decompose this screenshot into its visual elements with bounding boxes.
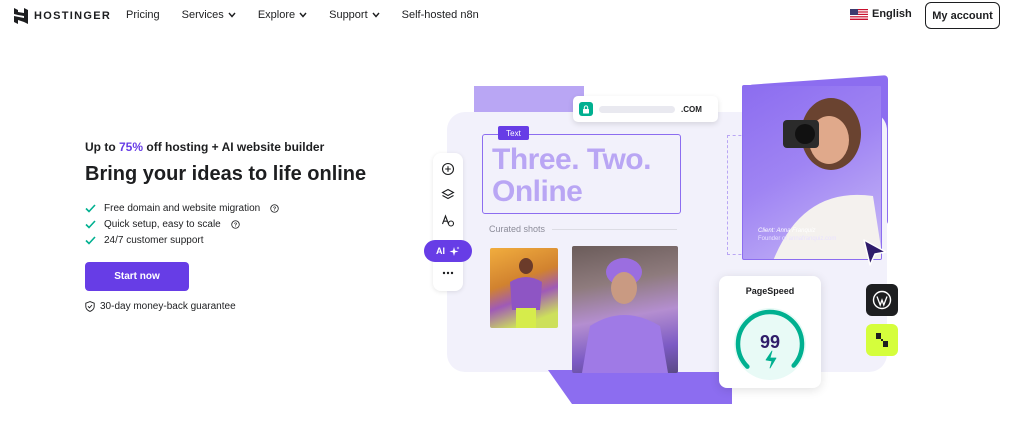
my-account-button[interactable]: My account xyxy=(925,2,1000,29)
domain-placeholder xyxy=(599,105,675,113)
chevron-down-icon xyxy=(372,12,380,18)
chevron-down-icon xyxy=(228,12,236,18)
ai-button: AI xyxy=(424,240,472,262)
cursor-icon xyxy=(863,239,887,266)
nav-pricing-label: Pricing xyxy=(126,9,160,21)
us-flag-icon xyxy=(850,8,868,20)
editor-toolbar xyxy=(433,153,463,291)
help-icon[interactable]: ? xyxy=(231,219,240,229)
nav-services[interactable]: Services xyxy=(182,9,236,21)
client-caption: Client: Anna Franquiz xyxy=(758,228,816,234)
svg-text:?: ? xyxy=(234,222,237,228)
nav-explore[interactable]: Explore xyxy=(258,9,307,21)
pagespeed-title: PageSpeed xyxy=(745,286,795,296)
wordpress-icon xyxy=(866,284,898,316)
help-icon[interactable]: ? xyxy=(270,203,279,213)
language-label: English xyxy=(872,8,912,20)
model-photo xyxy=(572,246,678,373)
check-icon xyxy=(85,203,96,213)
top-navigation: HOSTINGER Pricing Services Explore Suppo… xyxy=(0,0,1024,32)
feature-text: Quick setup, easy to scale xyxy=(104,218,221,230)
money-back-guarantee: 30-day money-back guarantee xyxy=(85,301,405,312)
pagespeed-card: PageSpeed 99 xyxy=(719,276,821,388)
more-icon xyxy=(442,271,454,275)
promo-text: Up to 75% off hosting + AI website build… xyxy=(85,140,405,154)
nav-n8n-label: Self-hosted n8n xyxy=(401,9,479,21)
domain-bar: .COM xyxy=(573,96,718,122)
lock-icon xyxy=(579,102,593,116)
pagespeed-score: 99 xyxy=(759,332,781,352)
divider xyxy=(552,229,677,230)
start-now-button[interactable]: Start now xyxy=(85,262,189,291)
sparkle-icon xyxy=(449,246,460,256)
client-role: Founder of annafranquiz.com xyxy=(758,236,837,242)
nav-links: Pricing Services Explore Support Self-ho… xyxy=(126,9,479,21)
check-icon xyxy=(85,235,96,245)
brand-name: HOSTINGER xyxy=(34,10,112,22)
chevron-down-icon xyxy=(299,12,307,18)
decorative-shape xyxy=(572,372,732,404)
nav-support-label: Support xyxy=(329,9,368,21)
language-selector[interactable]: English xyxy=(850,8,912,20)
nav-explore-label: Explore xyxy=(257,9,296,21)
promo-discount: 75% xyxy=(119,140,144,154)
decorative-shape xyxy=(548,370,572,404)
promo-prefix: Up to xyxy=(85,140,119,154)
add-icon xyxy=(441,162,455,176)
hostinger-logo[interactable]: HOSTINGER xyxy=(14,8,111,24)
feature-text: 24/7 customer support xyxy=(104,234,204,246)
font-style-icon xyxy=(441,214,455,227)
guarantee-text: 30-day money-back guarantee xyxy=(100,301,236,312)
layers-icon xyxy=(441,188,455,200)
horizons-icon xyxy=(866,324,898,356)
domain-suffix: .COM xyxy=(681,104,702,114)
nav-support[interactable]: Support xyxy=(329,9,380,21)
curated-label: Curated shots xyxy=(489,224,546,234)
hostinger-logo-icon xyxy=(14,8,28,24)
feature-item: Free domain and website migration ? xyxy=(85,200,405,216)
nav-pricing[interactable]: Pricing xyxy=(126,9,160,21)
promo-suffix: off hosting + AI website builder xyxy=(143,140,325,154)
feature-text: Free domain and website migration xyxy=(104,202,261,214)
builder-headline: Three. Two. Online xyxy=(492,143,651,208)
svg-text:?: ? xyxy=(273,206,276,212)
text-tag: Text xyxy=(498,126,529,140)
decorative-shape xyxy=(474,86,584,112)
feature-item: Quick setup, easy to scale ? xyxy=(85,216,405,232)
nav-services-label: Services xyxy=(181,9,224,21)
feature-list: Free domain and website migration ? Quic… xyxy=(85,200,405,248)
ai-label: AI xyxy=(436,246,445,256)
check-icon xyxy=(85,219,96,229)
hero-content: Up to 75% off hosting + AI website build… xyxy=(85,140,405,312)
nav-self-hosted-n8n[interactable]: Self-hosted n8n xyxy=(402,9,479,21)
fashion-photo xyxy=(490,248,558,328)
shield-check-icon xyxy=(85,301,95,312)
feature-item: 24/7 customer support xyxy=(85,232,405,248)
hero-headline: Bring your ideas to life online xyxy=(85,163,367,185)
